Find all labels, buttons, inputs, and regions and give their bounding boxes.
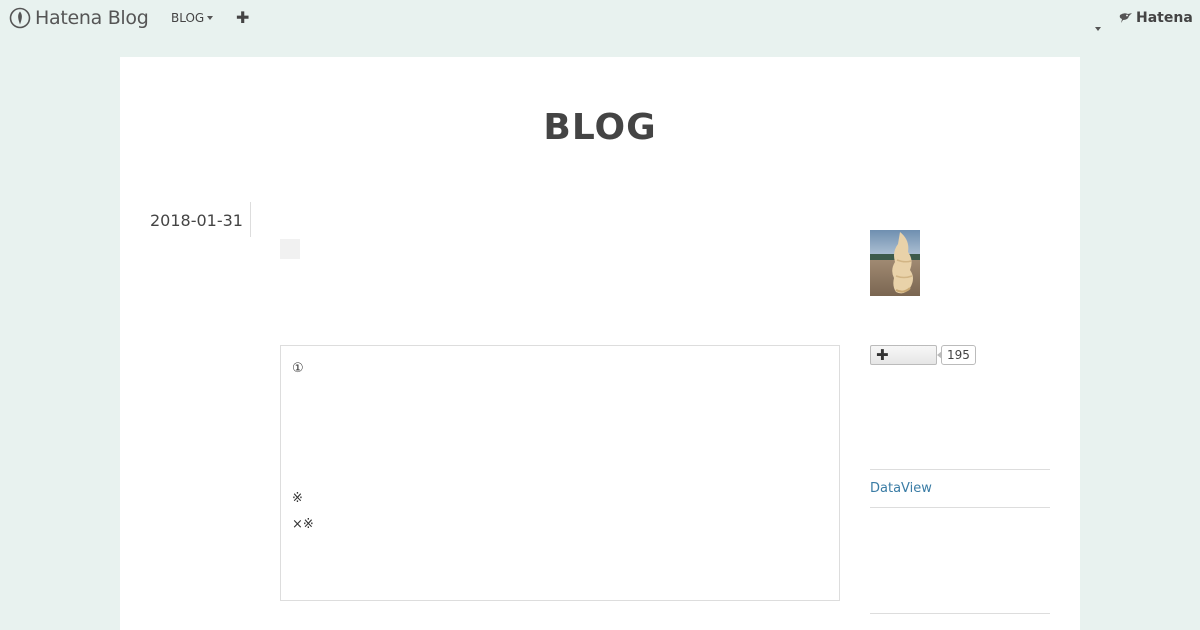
sidebar-divider [870,507,1050,508]
user-menu-dropdown[interactable] [1095,16,1101,35]
profile-photo [870,230,920,296]
entry-content-line: ×※ [292,517,314,532]
date-divider [250,202,251,237]
chevron-down-icon [207,16,214,20]
hatena-logo-text: Hatena [1136,10,1193,26]
entry-date[interactable]: 2018-01-31 [150,211,243,230]
blog-container: BLOG 2018-01-31 ① ※ ×※ ✚ 195 DataView [120,57,1080,630]
blog-menu-dropdown[interactable]: BLOG [171,11,214,25]
sidebar-link-dataview[interactable]: DataView [870,481,932,496]
hatena-logo[interactable]: Hatena [1119,10,1193,26]
sidebar-divider [870,469,1050,470]
plus-icon: ✚ [876,346,889,364]
hatena-blog-logo[interactable]: Hatena Blog [9,7,149,29]
blog-menu-label: BLOG [171,11,205,25]
hatena-blog-logo-text: Hatena Blog [35,7,149,29]
hatena-bird-icon [1119,13,1132,23]
global-header: Hatena Blog BLOG ✚ Hatena [0,0,1200,36]
bookmark-count[interactable]: 195 [937,345,976,365]
profile-icon-image[interactable] [870,230,920,296]
blog-title[interactable]: BLOG [120,107,1080,148]
entry-content: ① ※ ×※ [280,345,840,601]
entry-content-line: ① [292,361,304,376]
entry-category-placeholder [280,239,300,259]
hatena-blog-logo-icon [9,7,31,29]
entry-content-line: ※ [292,491,303,506]
add-bookmark-button[interactable]: ✚ [870,345,937,365]
chevron-down-icon [1095,27,1101,31]
sidebar-divider [870,613,1050,614]
add-icon[interactable]: ✚ [236,10,250,26]
